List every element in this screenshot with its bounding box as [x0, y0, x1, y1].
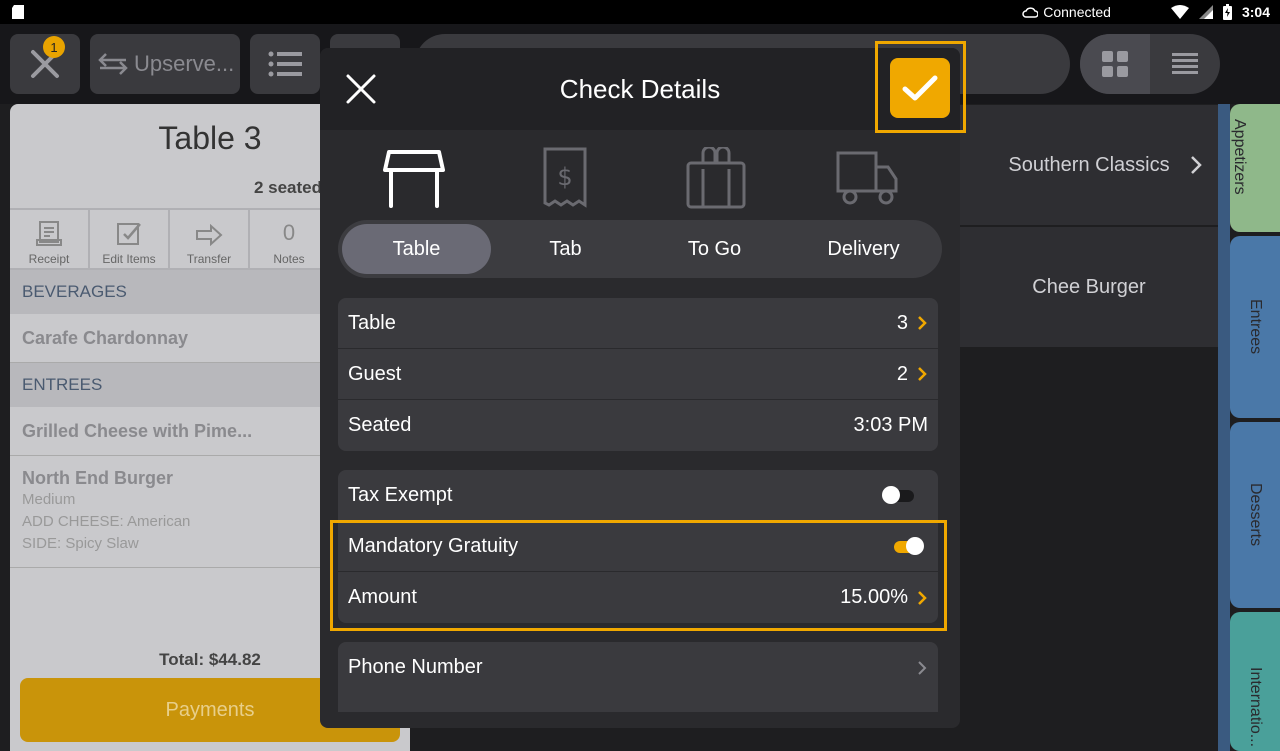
order-type-table[interactable]: Table: [342, 224, 491, 274]
row-label: Tax Exempt: [348, 483, 453, 506]
transfer-button[interactable]: Transfer: [170, 210, 250, 270]
connection-status: Connected: [1022, 4, 1111, 20]
notes-count: 0: [282, 220, 296, 245]
cloud-icon: [1022, 7, 1039, 18]
svg-text:$: $: [557, 163, 572, 191]
order-type-icons: $: [338, 146, 942, 210]
view-toggle[interactable]: [1080, 34, 1220, 94]
list-view-button[interactable]: [1150, 34, 1220, 94]
delivery-type-icon-cell[interactable]: [791, 146, 942, 210]
order-type-delivery[interactable]: Delivery: [789, 224, 938, 274]
truck-icon: [836, 151, 897, 205]
chevron-right-icon: [1191, 156, 1202, 174]
receipt-dollar-icon: $: [543, 147, 586, 208]
chevron-right-icon: [918, 316, 927, 330]
notes-button[interactable]: 0 Notes: [250, 210, 330, 270]
receipt-icon: [36, 221, 62, 246]
signal-icon: [1198, 5, 1213, 19]
guest-row[interactable]: Guest 2: [338, 349, 938, 400]
chevron-right-icon: [918, 367, 927, 381]
menu-tile-southern-classics[interactable]: Southern Classics: [960, 105, 1218, 225]
toggle-knob: [882, 486, 900, 504]
order-type-tab[interactable]: Tab: [491, 224, 640, 274]
menu-lines-icon: [1172, 53, 1198, 74]
confirm-highlight-box: [875, 41, 966, 133]
tab-type-icon-cell[interactable]: $: [489, 146, 640, 210]
row-value: 3:03 PM: [853, 414, 928, 436]
edit-items-button[interactable]: Edit Items: [90, 210, 170, 270]
row-label: Seated: [348, 414, 412, 436]
item-name: Grilled Cheese with Pime...: [22, 421, 253, 441]
notes-label: Notes: [273, 252, 305, 266]
table-row[interactable]: Table 3: [338, 298, 938, 349]
tax-exempt-row: Tax Exempt: [338, 470, 938, 521]
upserve-switch-button[interactable]: Upserve...: [90, 34, 240, 94]
category-rail: [1218, 104, 1230, 751]
row-value: 3: [896, 311, 908, 334]
edit-items-label: Edit Items: [102, 252, 156, 266]
list-menu-button[interactable]: [250, 34, 320, 94]
shopping-bag-icon: [686, 147, 745, 209]
row-value: 2: [896, 362, 908, 385]
menu-tile-chee-burger[interactable]: Chee Burger: [960, 227, 1218, 347]
modal-title: Check Details: [559, 74, 721, 104]
edit-icon: [117, 223, 141, 245]
wifi-icon: [1170, 5, 1189, 19]
sd-card-icon: [12, 5, 24, 19]
battery-icon: [1222, 4, 1232, 20]
tab-appetizers[interactable]: Appetizers: [1230, 104, 1280, 232]
tax-exempt-toggle[interactable]: [882, 486, 916, 504]
menu-tile-label: Southern Classics: [1008, 153, 1170, 176]
receipt-label: Receipt: [28, 252, 70, 266]
seated-row: Seated 3:03 PM: [338, 400, 938, 451]
tab-label: Entrees: [1247, 299, 1264, 355]
grid-view-button[interactable]: [1080, 34, 1150, 94]
grid-icon: [1102, 51, 1128, 77]
row-label: Phone Number: [348, 656, 483, 678]
menu-tile-label: Chee Burger: [1032, 275, 1146, 298]
table-icon: [382, 150, 445, 208]
phone-number-row[interactable]: Phone Number: [338, 642, 938, 693]
connection-label: Connected: [1043, 4, 1111, 20]
upserve-label: Upserve...: [134, 51, 235, 76]
details-group: Table 3 Guest 2 Seated 3:03 PM: [338, 298, 938, 451]
tab-entrees[interactable]: Entrees: [1230, 236, 1280, 418]
table-type-icon-cell[interactable]: [338, 146, 489, 210]
order-type-to-go[interactable]: To Go: [640, 224, 789, 274]
list-icon: [268, 51, 302, 77]
seated-count: 2 seated: [253, 178, 322, 197]
clock: 3:04: [1241, 4, 1270, 20]
contact-group: Phone Number: [338, 642, 938, 712]
arrow-right-icon: [196, 224, 223, 246]
tab-label: Internatio...: [1247, 666, 1264, 747]
row-label: Table: [348, 311, 396, 334]
notification-badge: 1: [43, 36, 65, 58]
togo-type-icon-cell[interactable]: [640, 146, 791, 210]
tab-label: Desserts: [1247, 483, 1264, 547]
transfer-label: Transfer: [186, 252, 232, 266]
gratuity-highlight-box: [330, 520, 947, 631]
modal-header: Check Details: [320, 48, 960, 130]
tab-international[interactable]: Internatio...: [1230, 612, 1280, 751]
chevron-right-icon: [918, 660, 927, 675]
status-bar: Connected 3:04: [0, 0, 1280, 24]
tab-label: Appetizers: [1231, 119, 1248, 195]
swap-icon: [98, 53, 128, 75]
row-label: Guest: [348, 362, 402, 385]
tab-desserts[interactable]: Desserts: [1230, 422, 1280, 608]
item-name: Carafe Chardonnay: [22, 328, 189, 348]
order-type-selector: Table Tab To Go Delivery: [338, 220, 942, 278]
receipt-button[interactable]: Receipt: [10, 210, 90, 270]
